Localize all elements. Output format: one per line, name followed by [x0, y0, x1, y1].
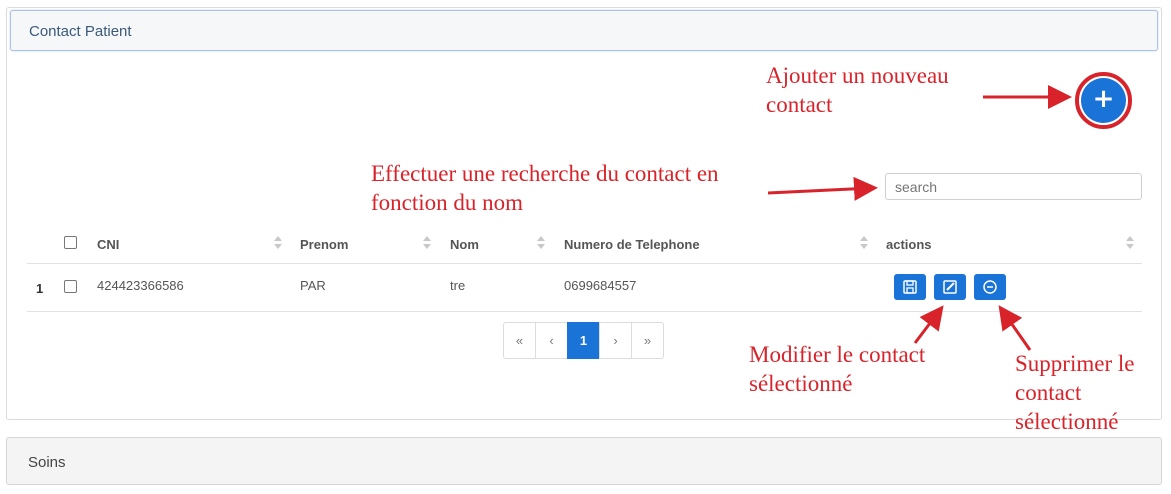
annotation-arrows [767, 85, 1072, 351]
arrow-to-edit-button [913, 305, 944, 344]
soins-panel-title: Soins [28, 454, 66, 471]
arrow-to-delete-button [998, 305, 1032, 351]
arrow-to-search-input [767, 176, 878, 201]
soins-panel-heading[interactable]: Soins [6, 437, 1162, 485]
